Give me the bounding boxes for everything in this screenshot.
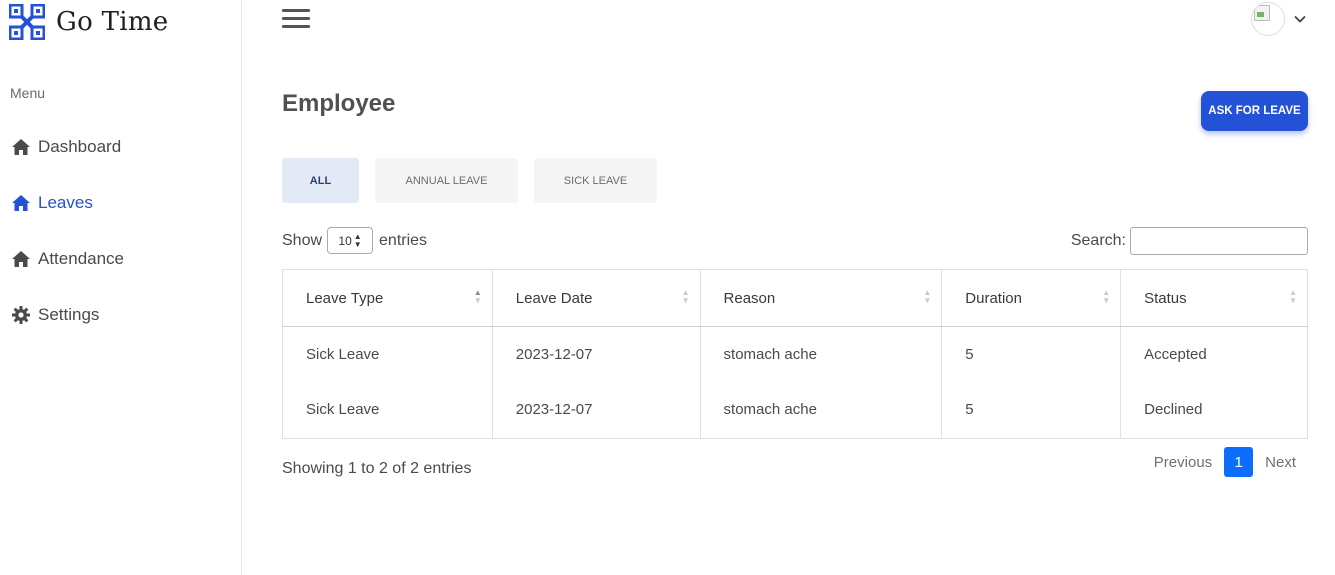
column-label: Duration (965, 289, 1022, 307)
sort-icon: ▲ ▼ (1289, 288, 1297, 305)
column-header-duration[interactable]: Duration ▲ ▼ (941, 269, 1122, 327)
chevron-down-icon[interactable] (1293, 12, 1307, 26)
previous-page-button[interactable]: Previous (1154, 454, 1212, 471)
column-label: Leave Date (515, 289, 593, 307)
user-menu[interactable] (1251, 2, 1307, 36)
column-label: Leave Type (306, 289, 384, 307)
column-header-leave-type[interactable]: Leave Type ▲ ▼ (282, 269, 493, 327)
brand-name: Go Time (56, 7, 169, 37)
search-label: Search: (1070, 232, 1126, 249)
cell-duration: 5 (941, 381, 1122, 439)
home-icon (10, 136, 32, 158)
leave-tabs: ALL ANNUAL LEAVE SICK LEAVE (282, 158, 673, 203)
sort-arrows-icon: ▲ ▼ (353, 231, 362, 249)
table-row: Sick Leave 2023-12-07 stomach ache 5 Dec… (282, 381, 1308, 439)
column-header-leave-date[interactable]: Leave Date ▲ ▼ (491, 269, 701, 327)
sort-icon: ▲ ▼ (923, 288, 932, 305)
leaves-table: Leave Type ▲ ▼ Leave Date ▲ ▼ Reason ▲ ▼ Du… (282, 269, 1308, 439)
menu-label: Menu (10, 85, 46, 101)
table-header-row: Leave Type ▲ ▼ Leave Date ▲ ▼ Reason ▲ ▼ Du… (282, 269, 1308, 327)
home-icon (10, 192, 32, 214)
sidebar-item-label: Dashboard (38, 137, 122, 156)
search-control: Search: (1071, 227, 1308, 255)
sort-icon: ▲ ▼ (473, 288, 482, 305)
page-title: Employee (282, 90, 396, 117)
page-length-value: 10 (338, 233, 352, 248)
sidebar-item-label: Leaves (38, 193, 93, 212)
column-header-status[interactable]: Status ▲ ▼ (1120, 269, 1308, 327)
sidebar-item-label: Attendance (38, 249, 125, 268)
show-label: Show (282, 231, 323, 249)
cell-leave-type: Sick Leave (282, 326, 493, 382)
sidebar-item-label: Settings (38, 305, 100, 324)
table-info: Showing 1 to 2 of 2 entries (282, 460, 472, 477)
ask-for-leave-button[interactable]: ASK FOR LEAVE (1201, 91, 1308, 131)
sidebar-nav: Dashboard Leaves Attendance Settings (10, 130, 230, 354)
sidebar-item-leaves[interactable]: Leaves (10, 186, 230, 220)
table-row: Sick Leave 2023-12-07 stomach ache 5 Acc… (282, 326, 1308, 382)
column-label: Status (1144, 289, 1187, 307)
search-input[interactable] (1130, 227, 1308, 255)
sort-icon: ▲ ▼ (681, 288, 690, 305)
avatar[interactable] (1251, 2, 1285, 36)
hamburger-icon[interactable] (282, 9, 310, 31)
cell-leave-date: 2023-12-07 (491, 381, 701, 439)
entries-label: entries (379, 231, 428, 249)
cell-reason: stomach ache (699, 381, 943, 439)
sidebar-item-dashboard[interactable]: Dashboard (10, 130, 230, 164)
cell-leave-type: Sick Leave (282, 381, 493, 439)
page-length-control: Show 10 ▲ ▼ entries (282, 227, 427, 254)
tab-all[interactable]: ALL (282, 158, 359, 203)
sidebar-item-attendance[interactable]: Attendance (10, 242, 230, 276)
brand[interactable]: Go Time (9, 4, 169, 40)
cell-status: Declined (1120, 381, 1308, 439)
pagination: Previous 1 Next (1154, 447, 1308, 477)
cell-leave-date: 2023-12-07 (491, 326, 701, 382)
cell-status: Accepted (1120, 326, 1308, 382)
next-page-button[interactable]: Next (1265, 454, 1296, 471)
cell-reason: stomach ache (699, 326, 943, 382)
column-header-reason[interactable]: Reason ▲ ▼ (699, 269, 943, 327)
sidebar-item-settings[interactable]: Settings (10, 298, 230, 332)
page-1-button[interactable]: 1 (1224, 447, 1254, 477)
column-label: Reason (723, 289, 776, 307)
gear-icon (10, 304, 32, 326)
tab-sick-leave[interactable]: SICK LEAVE (534, 158, 657, 203)
grid-logo-icon (9, 4, 45, 40)
cell-duration: 5 (941, 326, 1122, 382)
home-icon (10, 248, 32, 270)
tab-annual-leave[interactable]: ANNUAL LEAVE (375, 158, 518, 203)
page-length-select[interactable]: 10 ▲ ▼ (327, 227, 374, 254)
sort-icon: ▲ ▼ (1102, 288, 1111, 305)
sidebar: Go Time Menu Dashboard Leaves Attendance (0, 0, 242, 575)
